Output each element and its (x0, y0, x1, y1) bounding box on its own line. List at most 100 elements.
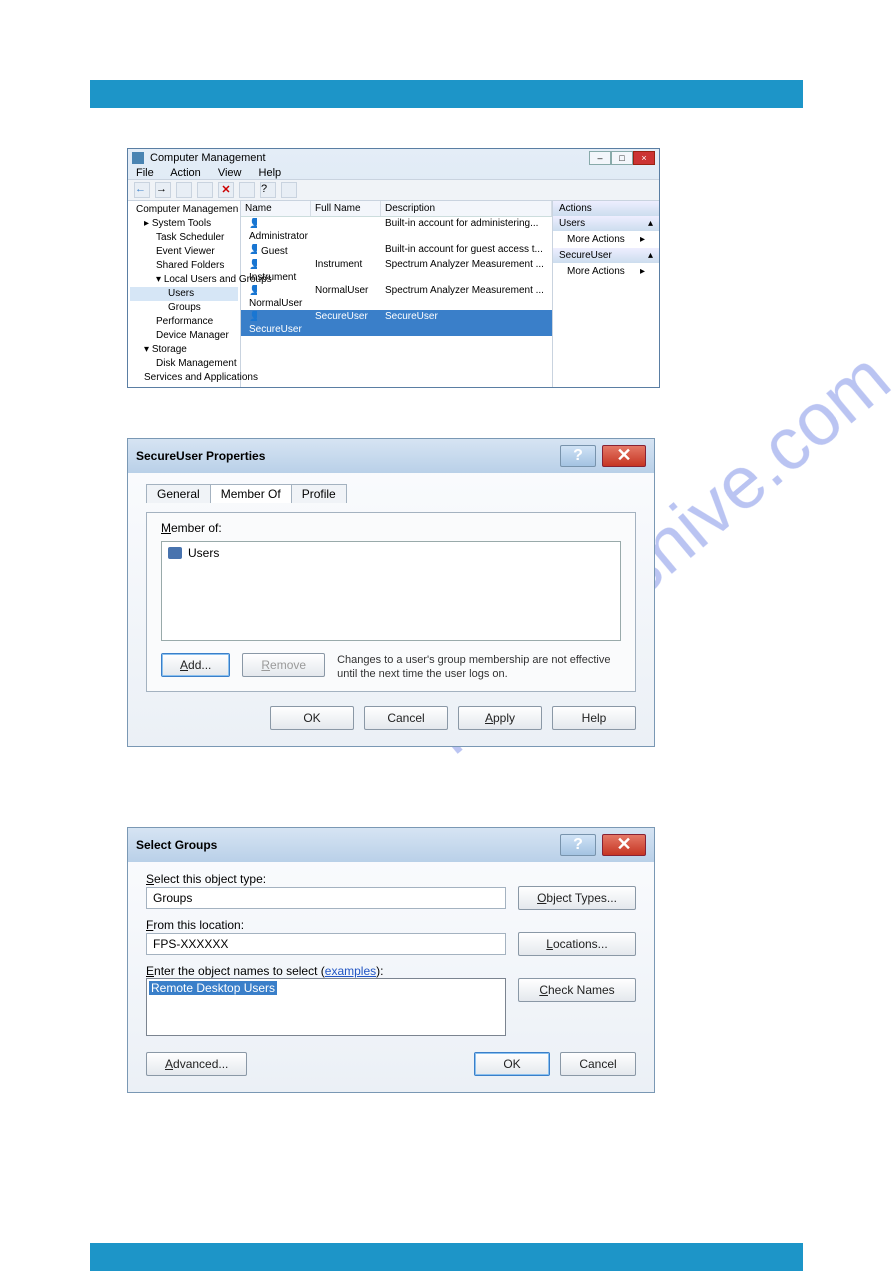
user-icon: 👤 (245, 285, 257, 295)
refresh-icon[interactable] (281, 182, 297, 198)
user-icon: 👤 (245, 259, 257, 269)
table-row-selected[interactable]: 👤SecureUser SecureUser SecureUser (241, 310, 552, 336)
chevron-right-icon: ▸ (640, 266, 645, 277)
folder-icon[interactable] (197, 182, 213, 198)
tree-task-scheduler[interactable]: Task Scheduler (130, 231, 238, 245)
menu-view[interactable]: View (218, 167, 242, 179)
top-banner (90, 80, 803, 108)
remove-button: Remove (242, 653, 325, 677)
check-names-button[interactable]: Check Names (518, 978, 636, 1002)
dialog-titlebar[interactable]: SecureUser Properties ? ✕ (128, 439, 654, 473)
table-row[interactable]: 👤Administrator Built-in account for admi… (241, 217, 552, 243)
help-button[interactable]: Help (552, 706, 636, 730)
enter-names-label: Enter the object names to select (exampl… (146, 964, 636, 978)
secureuser-properties-dialog: SecureUser Properties ? ✕ General Member… (127, 438, 655, 747)
object-type-field[interactable]: Groups (146, 887, 506, 909)
member-of-list[interactable]: Users (161, 541, 621, 641)
tree-disk-management[interactable]: Disk Management (130, 357, 238, 371)
ok-button[interactable]: OK (474, 1052, 550, 1076)
apply-button[interactable]: Apply (458, 706, 542, 730)
group-name: Users (188, 546, 219, 560)
membership-note: Changes to a user's group membership are… (337, 653, 621, 681)
col-name[interactable]: Name (241, 201, 311, 216)
folder-up-icon[interactable] (176, 182, 192, 198)
menu-file[interactable]: File (136, 167, 154, 179)
location-field[interactable]: FPS-XXXXXX (146, 933, 506, 955)
entered-name: Remote Desktop Users (149, 981, 277, 995)
tree-event-viewer[interactable]: Event Viewer (130, 245, 238, 259)
app-icon (132, 152, 144, 164)
menu-action[interactable]: Action (170, 167, 201, 179)
ok-button[interactable]: OK (270, 706, 354, 730)
table-row[interactable]: 👤Instrument Instrument Spectrum Analyzer… (241, 258, 552, 284)
window-titlebar[interactable]: Computer Management – □ × (128, 149, 659, 167)
actions-group-secureuser[interactable]: SecureUser▴ (553, 248, 659, 263)
object-types-button[interactable]: Object Types... (518, 886, 636, 910)
tree-shared-folders[interactable]: Shared Folders (130, 259, 238, 273)
locations-button[interactable]: Locations... (518, 932, 636, 956)
tree-services-apps[interactable]: Services and Applications (130, 371, 238, 385)
help-titlebar-button[interactable]: ? (560, 834, 596, 856)
tab-panel: Member of: Users Add... Remove Changes t… (146, 512, 636, 692)
tree-local-users-groups[interactable]: ▾ Local Users and Groups (130, 273, 238, 287)
actions-group-users[interactable]: Users▴ (553, 216, 659, 231)
tree-system-tools[interactable]: ▸ System Tools (130, 217, 238, 231)
cancel-button[interactable]: Cancel (364, 706, 448, 730)
member-of-label: Member of: (161, 521, 621, 535)
dialog-title: SecureUser Properties (136, 449, 265, 463)
group-icon (168, 547, 182, 559)
actions-more-2[interactable]: More Actions▸ (553, 263, 659, 280)
delete-icon[interactable]: ✕ (218, 182, 234, 198)
back-icon[interactable]: ← (134, 182, 150, 198)
table-header: Name Full Name Description (241, 201, 552, 217)
object-names-textarea[interactable]: Remote Desktop Users (146, 978, 506, 1036)
bottom-banner (90, 1243, 803, 1271)
object-type-label: Select this object type: (146, 872, 636, 886)
examples-link[interactable]: examples (325, 964, 376, 978)
cancel-button[interactable]: Cancel (560, 1052, 636, 1076)
close-button[interactable]: × (633, 151, 655, 165)
tab-member-of[interactable]: Member Of (210, 484, 292, 503)
col-full-name[interactable]: Full Name (311, 201, 381, 216)
table-row[interactable]: 👤Guest Built-in account for guest access… (241, 243, 552, 258)
toolbar: ← → ✕ ? (128, 179, 659, 201)
chevron-up-icon: ▴ (648, 250, 653, 261)
actions-pane: Actions Users▴ More Actions▸ SecureUser▴… (552, 201, 659, 387)
list-item[interactable]: Users (168, 546, 614, 560)
tree-root[interactable]: Computer Management (Local) (130, 203, 238, 217)
dialog-title: Select Groups (136, 838, 217, 852)
location-label: From this location: (146, 918, 636, 932)
tree-performance[interactable]: Performance (130, 315, 238, 329)
computer-management-window: Computer Management – □ × File Action Vi… (127, 148, 660, 388)
window-title: Computer Management (150, 152, 266, 164)
tree-storage[interactable]: ▾ Storage (130, 343, 238, 357)
user-icon: 👤 (245, 218, 257, 228)
close-button[interactable]: ✕ (602, 445, 646, 467)
col-description[interactable]: Description (381, 201, 552, 216)
minimize-button[interactable]: – (589, 151, 611, 165)
menu-help[interactable]: Help (259, 167, 282, 179)
advanced-button[interactable]: Advanced... (146, 1052, 247, 1076)
chevron-up-icon: ▴ (648, 218, 653, 229)
tree-groups[interactable]: Groups (130, 301, 238, 315)
actions-header: Actions (553, 201, 659, 216)
help-titlebar-button[interactable]: ? (560, 445, 596, 467)
add-button[interactable]: Add... (161, 653, 230, 677)
menu-bar[interactable]: File Action View Help (128, 167, 659, 179)
dialog-titlebar[interactable]: Select Groups ? ✕ (128, 828, 654, 862)
user-icon: 👤 (245, 311, 257, 321)
tree-users[interactable]: Users (130, 287, 238, 301)
properties-icon[interactable] (239, 182, 255, 198)
help-icon[interactable]: ? (260, 182, 276, 198)
maximize-button[interactable]: □ (611, 151, 633, 165)
table-row[interactable]: 👤NormalUser NormalUser Spectrum Analyzer… (241, 284, 552, 310)
tab-profile[interactable]: Profile (291, 484, 347, 503)
nav-tree[interactable]: Computer Management (Local) ▸ System Too… (128, 201, 241, 387)
tree-device-manager[interactable]: Device Manager (130, 329, 238, 343)
close-button[interactable]: ✕ (602, 834, 646, 856)
tab-general[interactable]: General (146, 484, 211, 503)
select-groups-dialog: Select Groups ? ✕ Select this object typ… (127, 827, 655, 1093)
user-list[interactable]: Name Full Name Description 👤Administrato… (241, 201, 552, 387)
actions-more[interactable]: More Actions▸ (553, 231, 659, 248)
forward-icon[interactable]: → (155, 182, 171, 198)
